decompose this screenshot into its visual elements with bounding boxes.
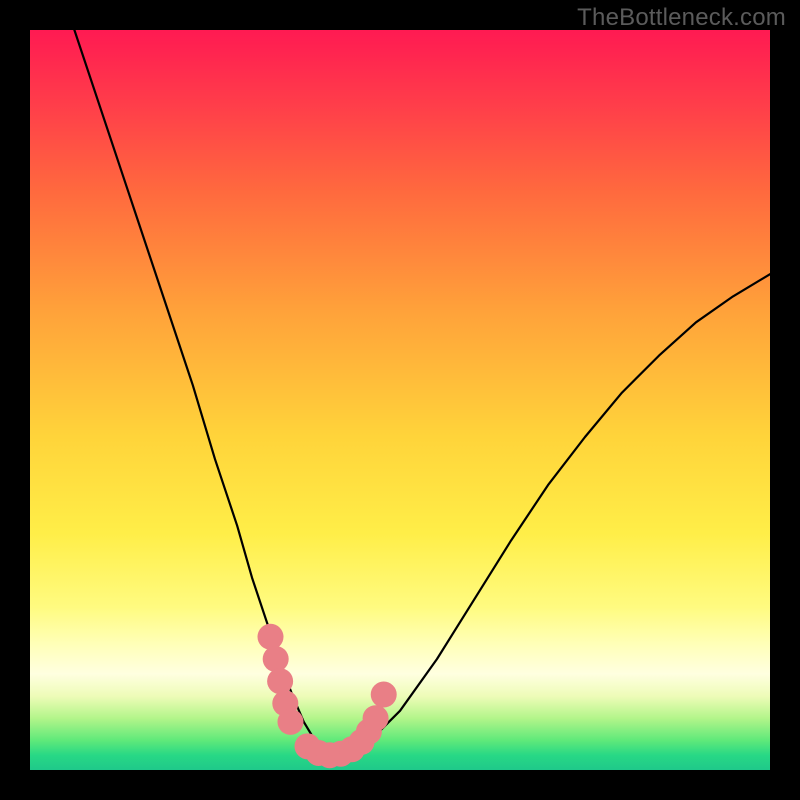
curve-markers (258, 624, 397, 768)
bottleneck-curve-path (74, 30, 770, 755)
curve-marker (371, 682, 397, 708)
chart-svg (30, 30, 770, 770)
curve-marker (363, 705, 389, 731)
curve-marker (258, 624, 284, 650)
chart-frame: TheBottleneck.com (0, 0, 800, 800)
watermark-text: TheBottleneck.com (577, 4, 786, 32)
curve-marker (263, 646, 289, 672)
curve-marker (267, 668, 293, 694)
curve-marker (277, 709, 303, 735)
plot-area (30, 30, 770, 770)
bottleneck-curve (74, 30, 770, 755)
